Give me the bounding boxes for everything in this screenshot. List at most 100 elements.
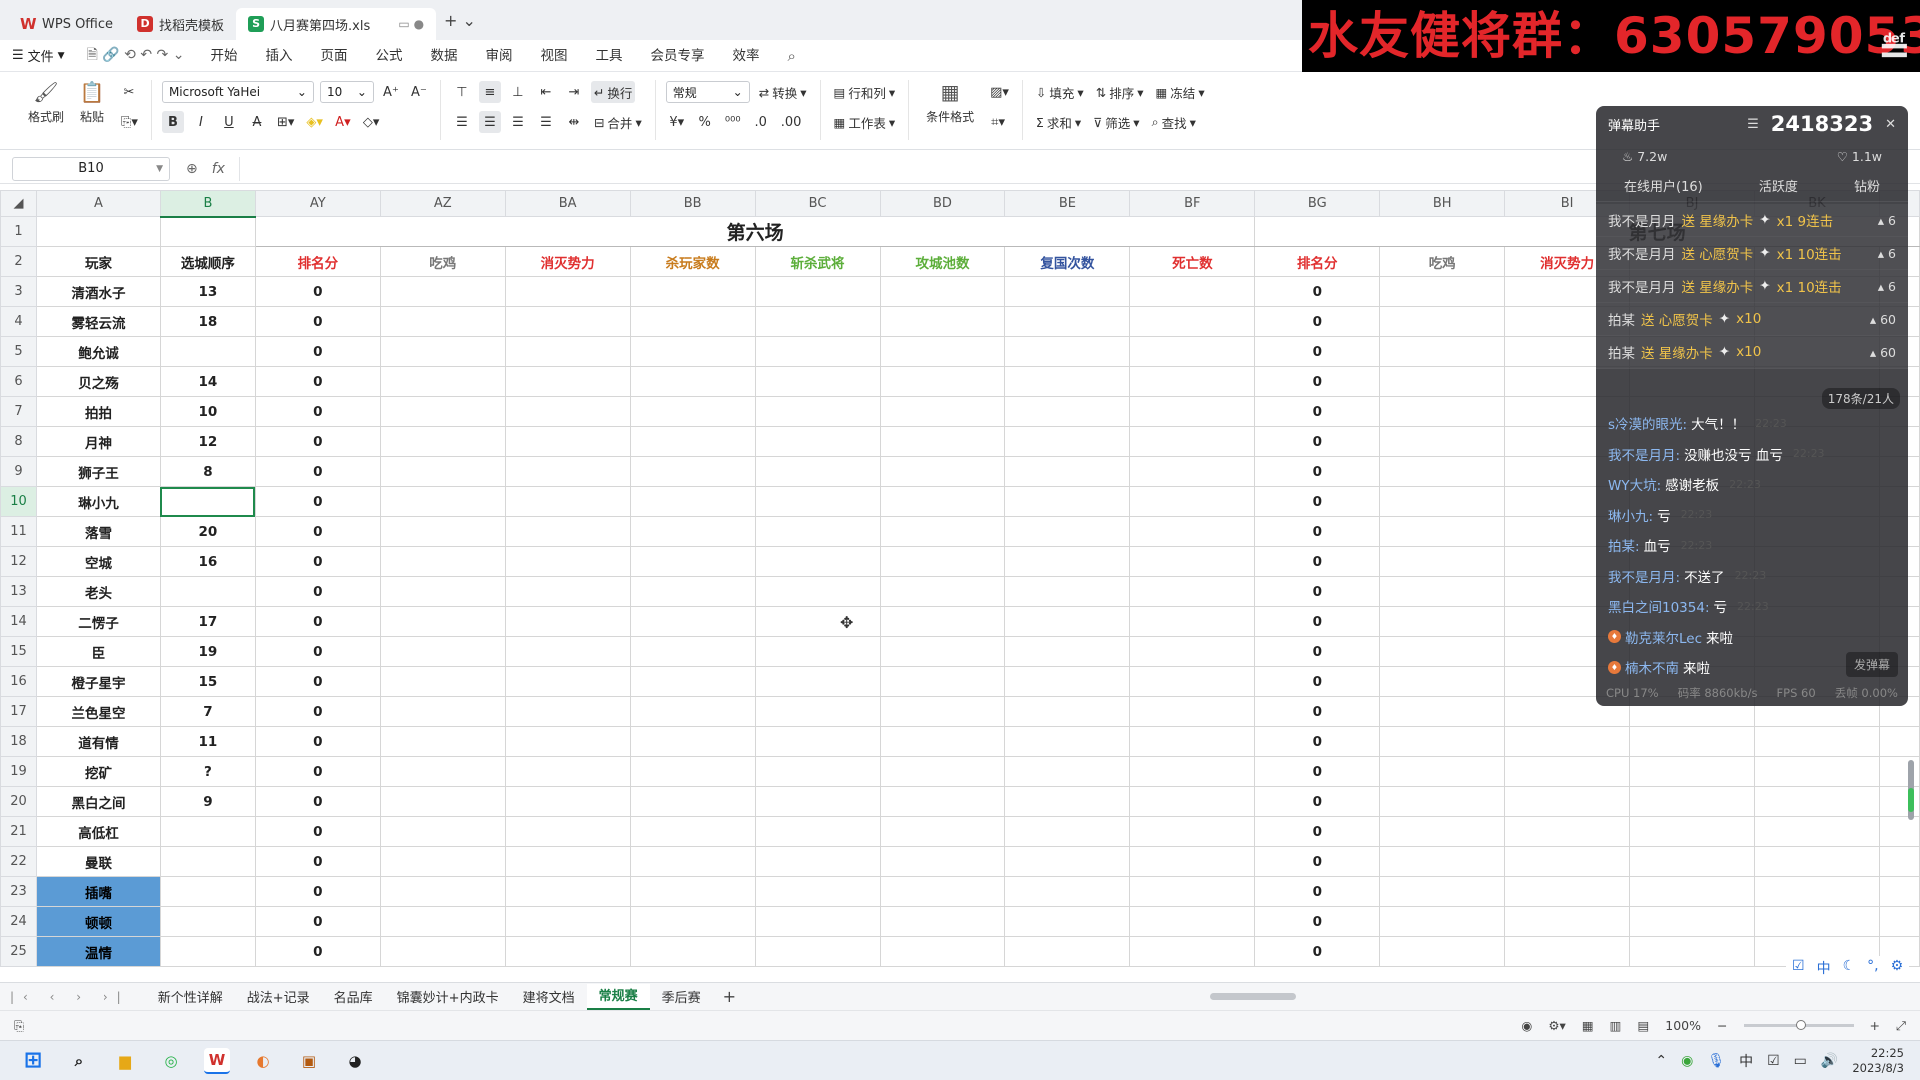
header-revive[interactable]: 复国次数: [1004, 246, 1131, 277]
cell[interactable]: [504, 486, 631, 517]
cell[interactable]: [629, 456, 756, 487]
row-header[interactable]: 5: [0, 336, 37, 367]
rank2-cell[interactable]: 0: [1254, 546, 1381, 577]
cell[interactable]: [1379, 426, 1506, 457]
rank2-cell[interactable]: 0: [1254, 726, 1381, 757]
row-header[interactable]: 12: [0, 546, 37, 577]
page-break-icon[interactable]: ▤: [1637, 1018, 1649, 1033]
header-slay[interactable]: 斩杀武将: [754, 246, 881, 277]
quick-access-icons[interactable]: 🗎 🔗 ⟲ ↶ ↷ ⌄: [87, 44, 185, 68]
tab-activity[interactable]: 活跃度: [1759, 176, 1798, 195]
number-format-select[interactable]: 常规 ⌄: [665, 81, 750, 103]
rank2-cell[interactable]: 0: [1254, 906, 1381, 937]
cell[interactable]: [1629, 906, 1755, 937]
send-danmaku-button[interactable]: 发弹幕: [1845, 652, 1898, 677]
rank-cell[interactable]: 0: [254, 726, 381, 757]
player-name-cell[interactable]: 老头: [35, 576, 161, 607]
cell[interactable]: [1629, 786, 1755, 817]
cell[interactable]: [1379, 366, 1506, 397]
row-header[interactable]: 24: [0, 906, 37, 937]
cell[interactable]: [1379, 306, 1506, 337]
player-name-cell[interactable]: 黑白之间: [35, 786, 161, 817]
vertical-scrollbar[interactable]: [1906, 200, 1916, 970]
cell[interactable]: [754, 276, 881, 307]
row-header[interactable]: 2: [0, 246, 37, 277]
filter-button[interactable]: ⊽ 筛选 ▾: [1090, 111, 1142, 133]
cell[interactable]: [1004, 906, 1131, 937]
wrap-text-button[interactable]: ↵ 换行: [590, 81, 636, 103]
order-cell[interactable]: 19: [159, 636, 256, 667]
cell[interactable]: [754, 456, 881, 487]
cell[interactable]: [1379, 816, 1506, 847]
col-header[interactable]: BE: [1004, 190, 1131, 217]
cell[interactable]: [379, 576, 506, 607]
search-icon[interactable]: ⌕: [66, 1048, 92, 1074]
cell[interactable]: [754, 336, 881, 367]
cell[interactable]: [1379, 696, 1506, 727]
rank2-cell[interactable]: 0: [1254, 786, 1381, 817]
header-rank[interactable]: 排名分: [254, 246, 381, 277]
row-header[interactable]: 16: [0, 666, 37, 697]
order-cell[interactable]: [159, 486, 256, 517]
cell[interactable]: [1129, 546, 1256, 577]
player-name-cell[interactable]: 曼联: [35, 846, 161, 877]
row-header[interactable]: 13: [0, 576, 37, 607]
rank-cell[interactable]: 0: [254, 876, 381, 907]
header-rank-2[interactable]: 排名分: [1254, 246, 1381, 277]
network-icon[interactable]: ▭: [1794, 1053, 1807, 1069]
macro-icon[interactable]: ⎘: [14, 1018, 24, 1034]
cell[interactable]: [879, 336, 1006, 367]
cell[interactable]: [504, 456, 631, 487]
merge-button[interactable]: ⊟ 合并 ▾: [591, 111, 645, 133]
underline-button[interactable]: U: [218, 111, 240, 133]
rank-cell[interactable]: 0: [254, 756, 381, 787]
cell[interactable]: [1629, 936, 1755, 967]
align-top-icon[interactable]: ⊤: [451, 81, 473, 103]
horizontal-scrollbar[interactable]: [880, 991, 1880, 1001]
worksheet-button[interactable]: ▦ 工作表 ▾: [831, 111, 899, 133]
cell[interactable]: [629, 426, 756, 457]
cell[interactable]: [879, 486, 1006, 517]
cell[interactable]: [1129, 876, 1256, 907]
cell[interactable]: [754, 396, 881, 427]
cell[interactable]: [379, 546, 506, 577]
header-siege[interactable]: 攻城池数: [879, 246, 1006, 277]
menu-item-6[interactable]: 视图: [526, 40, 581, 72]
order-cell[interactable]: 10: [159, 396, 256, 427]
rank2-cell[interactable]: 0: [1254, 756, 1381, 787]
rank-cell[interactable]: 0: [254, 426, 381, 457]
cell[interactable]: [754, 696, 881, 727]
player-name-cell[interactable]: 月神: [35, 426, 161, 457]
rank2-cell[interactable]: 0: [1254, 306, 1381, 337]
close-icon[interactable]: ✕: [1885, 117, 1896, 132]
order-cell[interactable]: 7: [159, 696, 256, 727]
cell[interactable]: [629, 936, 756, 967]
cell[interactable]: [754, 426, 881, 457]
player-name-cell[interactable]: 顿顿: [35, 906, 161, 937]
cell[interactable]: [879, 366, 1006, 397]
percent-icon[interactable]: %: [694, 111, 716, 133]
cell[interactable]: [754, 486, 881, 517]
cell[interactable]: [629, 276, 756, 307]
decrease-font-icon[interactable]: A⁻: [408, 81, 430, 103]
search-icon[interactable]: ⌕: [787, 47, 795, 65]
zoom-in-button[interactable]: +: [1870, 1018, 1880, 1033]
cell[interactable]: [379, 306, 506, 337]
cell[interactable]: [629, 336, 756, 367]
cell[interactable]: [379, 876, 506, 907]
order-cell[interactable]: [159, 906, 256, 937]
cell[interactable]: [879, 396, 1006, 427]
sort-button[interactable]: ⇅ 排序 ▾: [1093, 81, 1147, 103]
cell[interactable]: [379, 516, 506, 547]
cell[interactable]: [1004, 756, 1131, 787]
cell[interactable]: [1004, 636, 1131, 667]
cell[interactable]: [629, 576, 756, 607]
row-header[interactable]: 6: [0, 366, 37, 397]
rank2-cell[interactable]: 0: [1254, 816, 1381, 847]
cell[interactable]: [379, 486, 506, 517]
menu-item-9[interactable]: 效率: [718, 40, 773, 72]
tab-template[interactable]: D 找稻壳模板: [125, 8, 236, 40]
format-painter-button[interactable]: 🖌 格式刷: [26, 80, 66, 140]
player-name-cell[interactable]: 琳小九: [35, 486, 161, 517]
cell[interactable]: [1754, 786, 1880, 817]
